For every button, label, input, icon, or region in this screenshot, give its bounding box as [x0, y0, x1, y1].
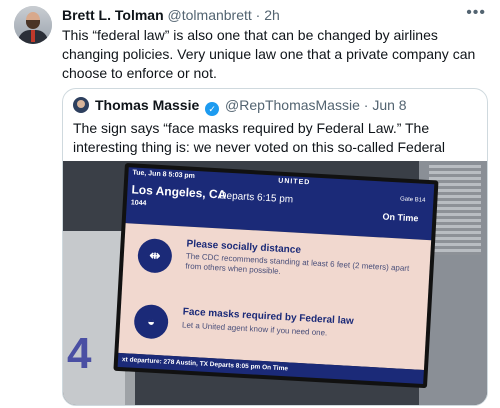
quoted-author-handle: @RepThomasMassie: [225, 97, 360, 113]
quoted-author-name: Thomas Massie: [95, 97, 200, 113]
quoted-header-separator: ·: [363, 97, 369, 113]
gate-display-screen: Tue, Jun 8 5:03 pm UNITED Los Angeles, C…: [113, 163, 439, 389]
screen-notices: ⇹ Please socially distance The CDC recom…: [118, 223, 432, 371]
photo-gate-number: 4: [67, 329, 92, 378]
face-mask-icon: ◒: [133, 303, 170, 340]
more-icon[interactable]: •••: [466, 4, 486, 22]
notice-distance-text: The CDC recommends standing at least 6 f…: [185, 251, 410, 276]
verified-badge-icon: ✓: [205, 102, 220, 116]
tweet-photo[interactable]: 4 Tue, Jun 8 5:03 pm UNITED Los Angeles,…: [63, 161, 487, 405]
author-avatar[interactable]: [14, 6, 52, 44]
screen-departs: Departs 6:15 pm: [219, 190, 294, 206]
quoted-tweet-header: Thomas Massie ✓ @RepThomasMassie · Jun 8: [95, 96, 407, 116]
screen-flight: 1044: [130, 199, 147, 208]
quoted-tweet[interactable]: Thomas Massie ✓ @RepThomasMassie · Jun 8…: [62, 88, 488, 406]
screen-brand: UNITED: [278, 177, 311, 187]
author-handle[interactable]: @tolmanbrett: [168, 7, 252, 23]
screen-destination: Los Angeles, CA: [131, 182, 227, 202]
tweet-header: Brett L. Tolman @tolmanbrett · 2h: [62, 6, 280, 24]
quoted-date: Jun 8: [372, 97, 407, 113]
tweet-timestamp[interactable]: 2h: [264, 7, 280, 23]
tweet-text: This “federal law” is also one that can …: [62, 27, 476, 81]
header-separator: ·: [255, 7, 261, 23]
screen-date-time: Tue, Jun 8 5:03 pm: [132, 169, 196, 180]
social-distance-icon: ⇹: [136, 237, 173, 274]
screen-status: On Time: [382, 211, 419, 224]
screen-gate: Gate B14: [399, 196, 426, 204]
author-name[interactable]: Brett L. Tolman: [62, 7, 164, 23]
quoted-author-avatar: [73, 97, 89, 113]
